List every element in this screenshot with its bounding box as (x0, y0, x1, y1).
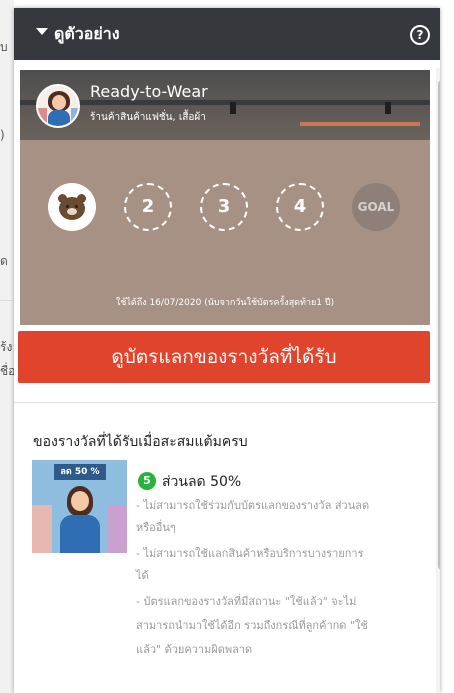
validity-text: ใช้ได้ถึง 16/07/2020 (นับจากวันใช้บัตรคร… (115, 298, 335, 308)
background-text-fragment: บ (0, 40, 8, 54)
rewards-section-title: ของรางวัลที่ได้รับเมื่อสะสมแต้มครบ (33, 434, 248, 450)
background-text-fragment: ร้ง (0, 340, 13, 354)
preview-panel: ดูตัวอย่าง ? Ready-to-Wear ร้านค้าสินค้า… (14, 8, 440, 693)
condition-line: - ไม่สามารถใช้ร่วมกับบัตรแลกของรางวัล ส่… (136, 499, 370, 512)
person-face (71, 491, 89, 511)
avatar-body (48, 110, 70, 126)
points-badge: 5 (138, 472, 156, 490)
stamp-1-filled (48, 183, 96, 231)
store-background (20, 70, 430, 140)
stamp-goal: GOAL (352, 183, 400, 231)
background-text-fragment: ด (0, 254, 8, 268)
help-icon[interactable]: ? (410, 25, 430, 45)
panel-title: ดูตัวอย่าง (54, 24, 120, 43)
condition-line: ได้ (136, 569, 149, 582)
person-body (60, 515, 100, 553)
discount-ribbon: ลด 50 % (54, 464, 106, 480)
condition-line: หรืออื่นๆ (136, 521, 176, 534)
condition-line: แล้ว" ด้วยความผิดพลาด (136, 643, 253, 656)
background-page-strip: บ ) ด ร้ง ชื่อ (0, 0, 15, 693)
caret-down-icon[interactable] (36, 28, 48, 35)
scrollbar-thumb[interactable] (438, 80, 440, 570)
stamp-4: 4 (276, 183, 324, 231)
panel-header[interactable]: ดูตัวอย่าง ? (14, 8, 440, 60)
shop-name: Ready-to-Wear (90, 82, 208, 101)
stamp-2: 2 (124, 183, 172, 231)
bear-eye (75, 205, 78, 208)
reward-image: ลด 50 % (32, 460, 127, 553)
clothes-rack (108, 505, 127, 553)
avatar-face (52, 95, 66, 110)
stamp-card: Ready-to-Wear ร้านค้าสินค้าแฟชั่น, เสื้อ… (20, 70, 430, 325)
background-text-fragment: ) (0, 128, 5, 142)
condition-line: สามารถนำมาใช้ได้อีก รวมถึงกรณีที่ลูกค้าก… (136, 619, 368, 632)
background-divider (0, 300, 14, 301)
ceiling-lamp (230, 102, 236, 114)
section-divider (14, 402, 436, 403)
condition-line: - ไม่สามารถใช้แลกสินค้าหรือบริการบางรายก… (136, 547, 364, 560)
clothes-rack (32, 505, 52, 553)
view-redeemed-rewards-button[interactable]: ดูบัตรแลกของรางวัลที่ได้รับ (18, 331, 430, 383)
ceiling-beam (20, 100, 430, 105)
ceiling-lamp (385, 102, 391, 114)
shop-avatar (36, 84, 80, 128)
shop-category: ร้านค้าสินค้าแฟชั่น, เสื้อผ้า (90, 112, 206, 123)
condition-line: - บัตรแลกของรางวัลที่มีสถานะ "ใช้แล้ว" จ… (136, 595, 357, 608)
bear-icon (58, 194, 86, 220)
reward-name: ส่วนลด 50% (162, 474, 242, 490)
clothes-rack (38, 108, 47, 126)
scrollbar[interactable] (436, 68, 440, 693)
bear-snout (67, 208, 77, 215)
stamp-3: 3 (200, 183, 248, 231)
shelf (300, 122, 420, 126)
